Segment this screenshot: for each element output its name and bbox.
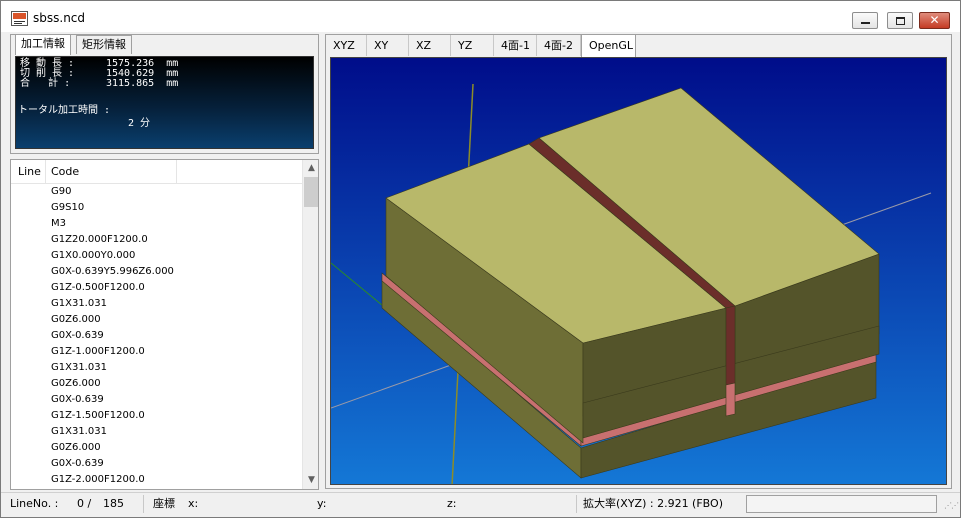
total-time-value: 2 分	[128, 118, 151, 129]
maximize-icon	[896, 17, 905, 25]
groove-bottom	[725, 382, 736, 417]
z-coord-label: z:	[447, 497, 457, 510]
total-length-label: 合 計 :	[20, 78, 71, 89]
status-bar: LineNo. : 0 / 185 座標 x: y: z: 拡大率(XYZ) :…	[1, 492, 960, 517]
coord-label: 座標	[153, 497, 175, 510]
list-item[interactable]: G1X31.031	[11, 360, 302, 376]
list-item[interactable]: G0X-0.639Y5.996Z6.000	[11, 264, 302, 280]
zoom-readout: 拡大率(XYZ) : 2.921 (FBO)	[583, 497, 723, 510]
scroll-up-icon[interactable]: ▲	[303, 160, 318, 177]
list-item[interactable]: G1X31.031	[11, 296, 302, 312]
tab-xy[interactable]: XY	[367, 35, 409, 56]
resize-grip-icon[interactable]: ⋰⋰	[944, 501, 959, 510]
total-length-value: 3115.865 mm	[106, 78, 179, 89]
maximize-button[interactable]	[887, 12, 913, 29]
tab-yz[interactable]: YZ	[451, 35, 494, 56]
minimize-button[interactable]	[852, 12, 878, 29]
list-item[interactable]: G1Z-1.000F1200.0	[11, 344, 302, 360]
code-rows: G90 G9S10 M3 G1Z20.000F1200.0 G1X0.000Y0.000…	[11, 184, 302, 488]
line-no-value: 0 /	[77, 497, 92, 510]
list-item[interactable]: G0X-0.639	[11, 456, 302, 472]
list-item[interactable]: G1X0.000Y0.000	[11, 248, 302, 264]
list-item[interactable]: G1Z-0.500F1200.0	[11, 280, 302, 296]
vertical-scrollbar[interactable]: ▲ ▼	[302, 160, 318, 489]
list-item[interactable]: G1Z-1.500F1200.0	[11, 408, 302, 424]
list-item[interactable]: G90	[11, 184, 302, 200]
list-item[interactable]: G0Z6.000	[11, 376, 302, 392]
x-coord-label: x:	[188, 497, 199, 510]
scroll-thumb[interactable]	[304, 177, 318, 207]
info-display: 移 動 長 :1575.236 mm 切 削 長 :1540.629 mm 合 …	[15, 56, 314, 149]
tab-4view-1[interactable]: 4面-1	[494, 35, 537, 56]
close-button[interactable]: ✕	[919, 12, 950, 29]
app-icon	[11, 11, 28, 26]
opengl-viewport[interactable]	[330, 57, 947, 485]
minimize-icon	[861, 22, 870, 24]
column-header-code[interactable]: Code	[47, 160, 177, 184]
list-item[interactable]: G0Z6.000	[11, 440, 302, 456]
line-total: 185	[103, 497, 124, 510]
tab-machining-info[interactable]: 加工情報	[15, 34, 71, 55]
tab-opengl[interactable]: OpenGL	[581, 34, 636, 57]
close-icon: ✕	[929, 13, 940, 27]
list-header: Line Code	[11, 160, 302, 184]
status-progress-box	[746, 495, 937, 513]
window-title: sbss.ncd	[33, 11, 86, 25]
groove-side	[725, 305, 736, 386]
line-no-label: LineNo. :	[10, 497, 59, 510]
info-panel: 加工情報 矩形情報 移 動 長 :1575.236 mm 切 削 長 :1540…	[10, 34, 319, 154]
3d-model-view	[331, 58, 946, 484]
list-item[interactable]: G1X31.031	[11, 424, 302, 440]
list-item[interactable]: G9S10	[11, 200, 302, 216]
main-window: sbss.ncd ✕ 加工情報 矩形情報 移 動 長 :1575.236 mm …	[0, 0, 961, 518]
title-bar: sbss.ncd ✕	[1, 1, 960, 32]
list-item[interactable]: G0X-0.639	[11, 328, 302, 344]
list-item[interactable]: G1Z20.000F1200.0	[11, 232, 302, 248]
column-header-line[interactable]: Line	[11, 160, 46, 184]
scroll-down-icon[interactable]: ▼	[303, 472, 318, 489]
tab-xyz[interactable]: XYZ	[326, 35, 367, 56]
tab-xz[interactable]: XZ	[409, 35, 451, 56]
view-panel: XYZ XY XZ YZ 4面-1 4面-2 OpenGL	[325, 34, 952, 489]
tab-rect-info[interactable]: 矩形情報	[76, 35, 132, 54]
list-item[interactable]: G1Z-2.000F1200.0	[11, 472, 302, 488]
tab-4view-2[interactable]: 4面-2	[537, 35, 581, 56]
list-item[interactable]: M3	[11, 216, 302, 232]
list-item[interactable]: G0X-0.639	[11, 392, 302, 408]
list-item[interactable]: G0Z6.000	[11, 312, 302, 328]
code-list[interactable]: Line Code G90 G9S10 M3 G1Z20.000F1200.0 G1X0…	[10, 159, 319, 490]
y-coord-label: y:	[317, 497, 327, 510]
total-time-label: トータル加工時間 :	[18, 105, 111, 116]
